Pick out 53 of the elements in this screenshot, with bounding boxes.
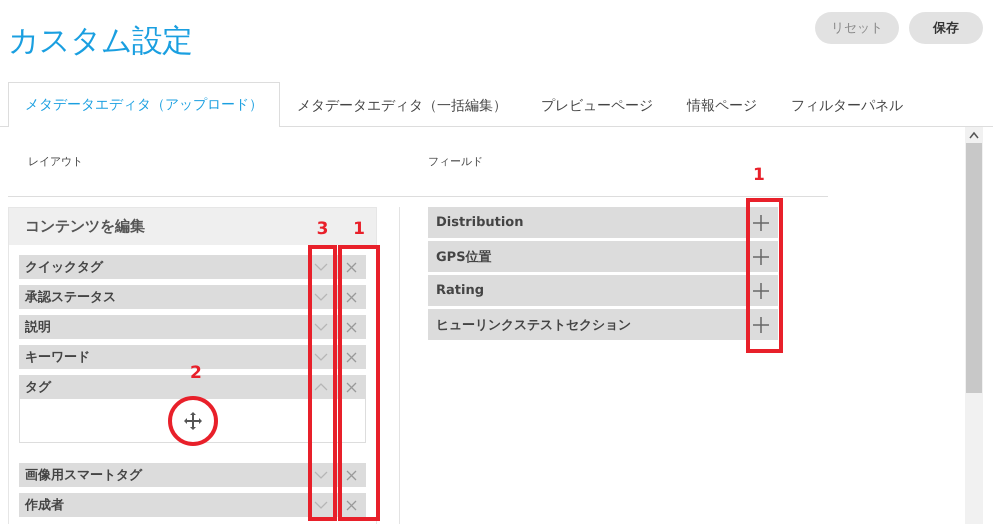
close-icon[interactable] [346, 382, 356, 392]
item-label: ヒューリンクステストセクション [436, 316, 632, 334]
field-item[interactable]: ヒューリンクステストセクション [428, 309, 778, 340]
layout-item[interactable]: 承認ステータス [19, 285, 366, 309]
layout-item[interactable]: クイックタグ [19, 255, 366, 279]
close-icon[interactable] [346, 292, 356, 302]
close-icon[interactable] [346, 322, 356, 332]
scroll-up-icon[interactable] [969, 131, 979, 139]
item-label: タグ [25, 379, 52, 396]
column-heading: レイアウト [28, 155, 83, 168]
item-label: Distribution [436, 215, 524, 230]
tab[interactable]: メタデータエディタ（一括編集） [280, 83, 524, 127]
item-label: 説明 [25, 319, 52, 336]
layout-item[interactable]: 画像用スマートタグ [19, 463, 366, 487]
close-icon[interactable] [346, 500, 356, 510]
item-label: 作成者 [25, 497, 65, 514]
field-item[interactable]: Distribution [428, 207, 778, 238]
plus-icon[interactable] [753, 214, 769, 230]
close-icon[interactable] [346, 262, 356, 272]
chevron-up-icon[interactable] [314, 383, 328, 391]
field-item[interactable]: GPS位置 [428, 241, 778, 272]
item-label: Rating [436, 283, 486, 298]
chevron-down-icon[interactable] [314, 471, 328, 479]
close-icon[interactable] [346, 470, 356, 480]
scrollbar-thumb[interactable] [966, 143, 982, 393]
chevron-down-icon[interactable] [314, 293, 328, 301]
callout-number: 1 [753, 165, 765, 185]
chevron-down-icon[interactable] [314, 323, 328, 331]
column-heading: フィールド [428, 155, 483, 168]
tab[interactable]: 情報ページ [670, 83, 774, 127]
chevron-down-icon[interactable] [314, 263, 328, 271]
page-title: カスタム設定 [8, 22, 192, 61]
plus-icon[interactable] [753, 248, 769, 264]
item-label: キーワード [25, 349, 91, 366]
close-icon[interactable] [346, 352, 356, 362]
item-label: GPS位置 [436, 248, 493, 266]
item-label: クイックタグ [25, 259, 104, 276]
tab[interactable]: フィルターパネル [774, 83, 920, 127]
move-icon[interactable] [182, 410, 202, 430]
field-item[interactable]: Rating [428, 275, 778, 306]
save-button[interactable]: 保存 [909, 12, 983, 44]
item-label: 承認ステータス [25, 289, 117, 306]
plus-icon[interactable] [753, 282, 769, 298]
scrollbar[interactable] [965, 127, 983, 524]
chevron-down-icon[interactable] [314, 353, 328, 361]
tab[interactable]: プレビューページ [524, 83, 670, 127]
chevron-down-icon[interactable] [314, 501, 328, 509]
plus-icon[interactable] [753, 316, 769, 332]
panel-title: コンテンツを編集 [25, 217, 145, 236]
layout-item[interactable]: 説明 [19, 315, 366, 339]
item-label: 画像用スマートタグ [25, 467, 144, 484]
callout-circle [168, 396, 218, 446]
layout-item[interactable]: 作成者 [19, 493, 366, 517]
